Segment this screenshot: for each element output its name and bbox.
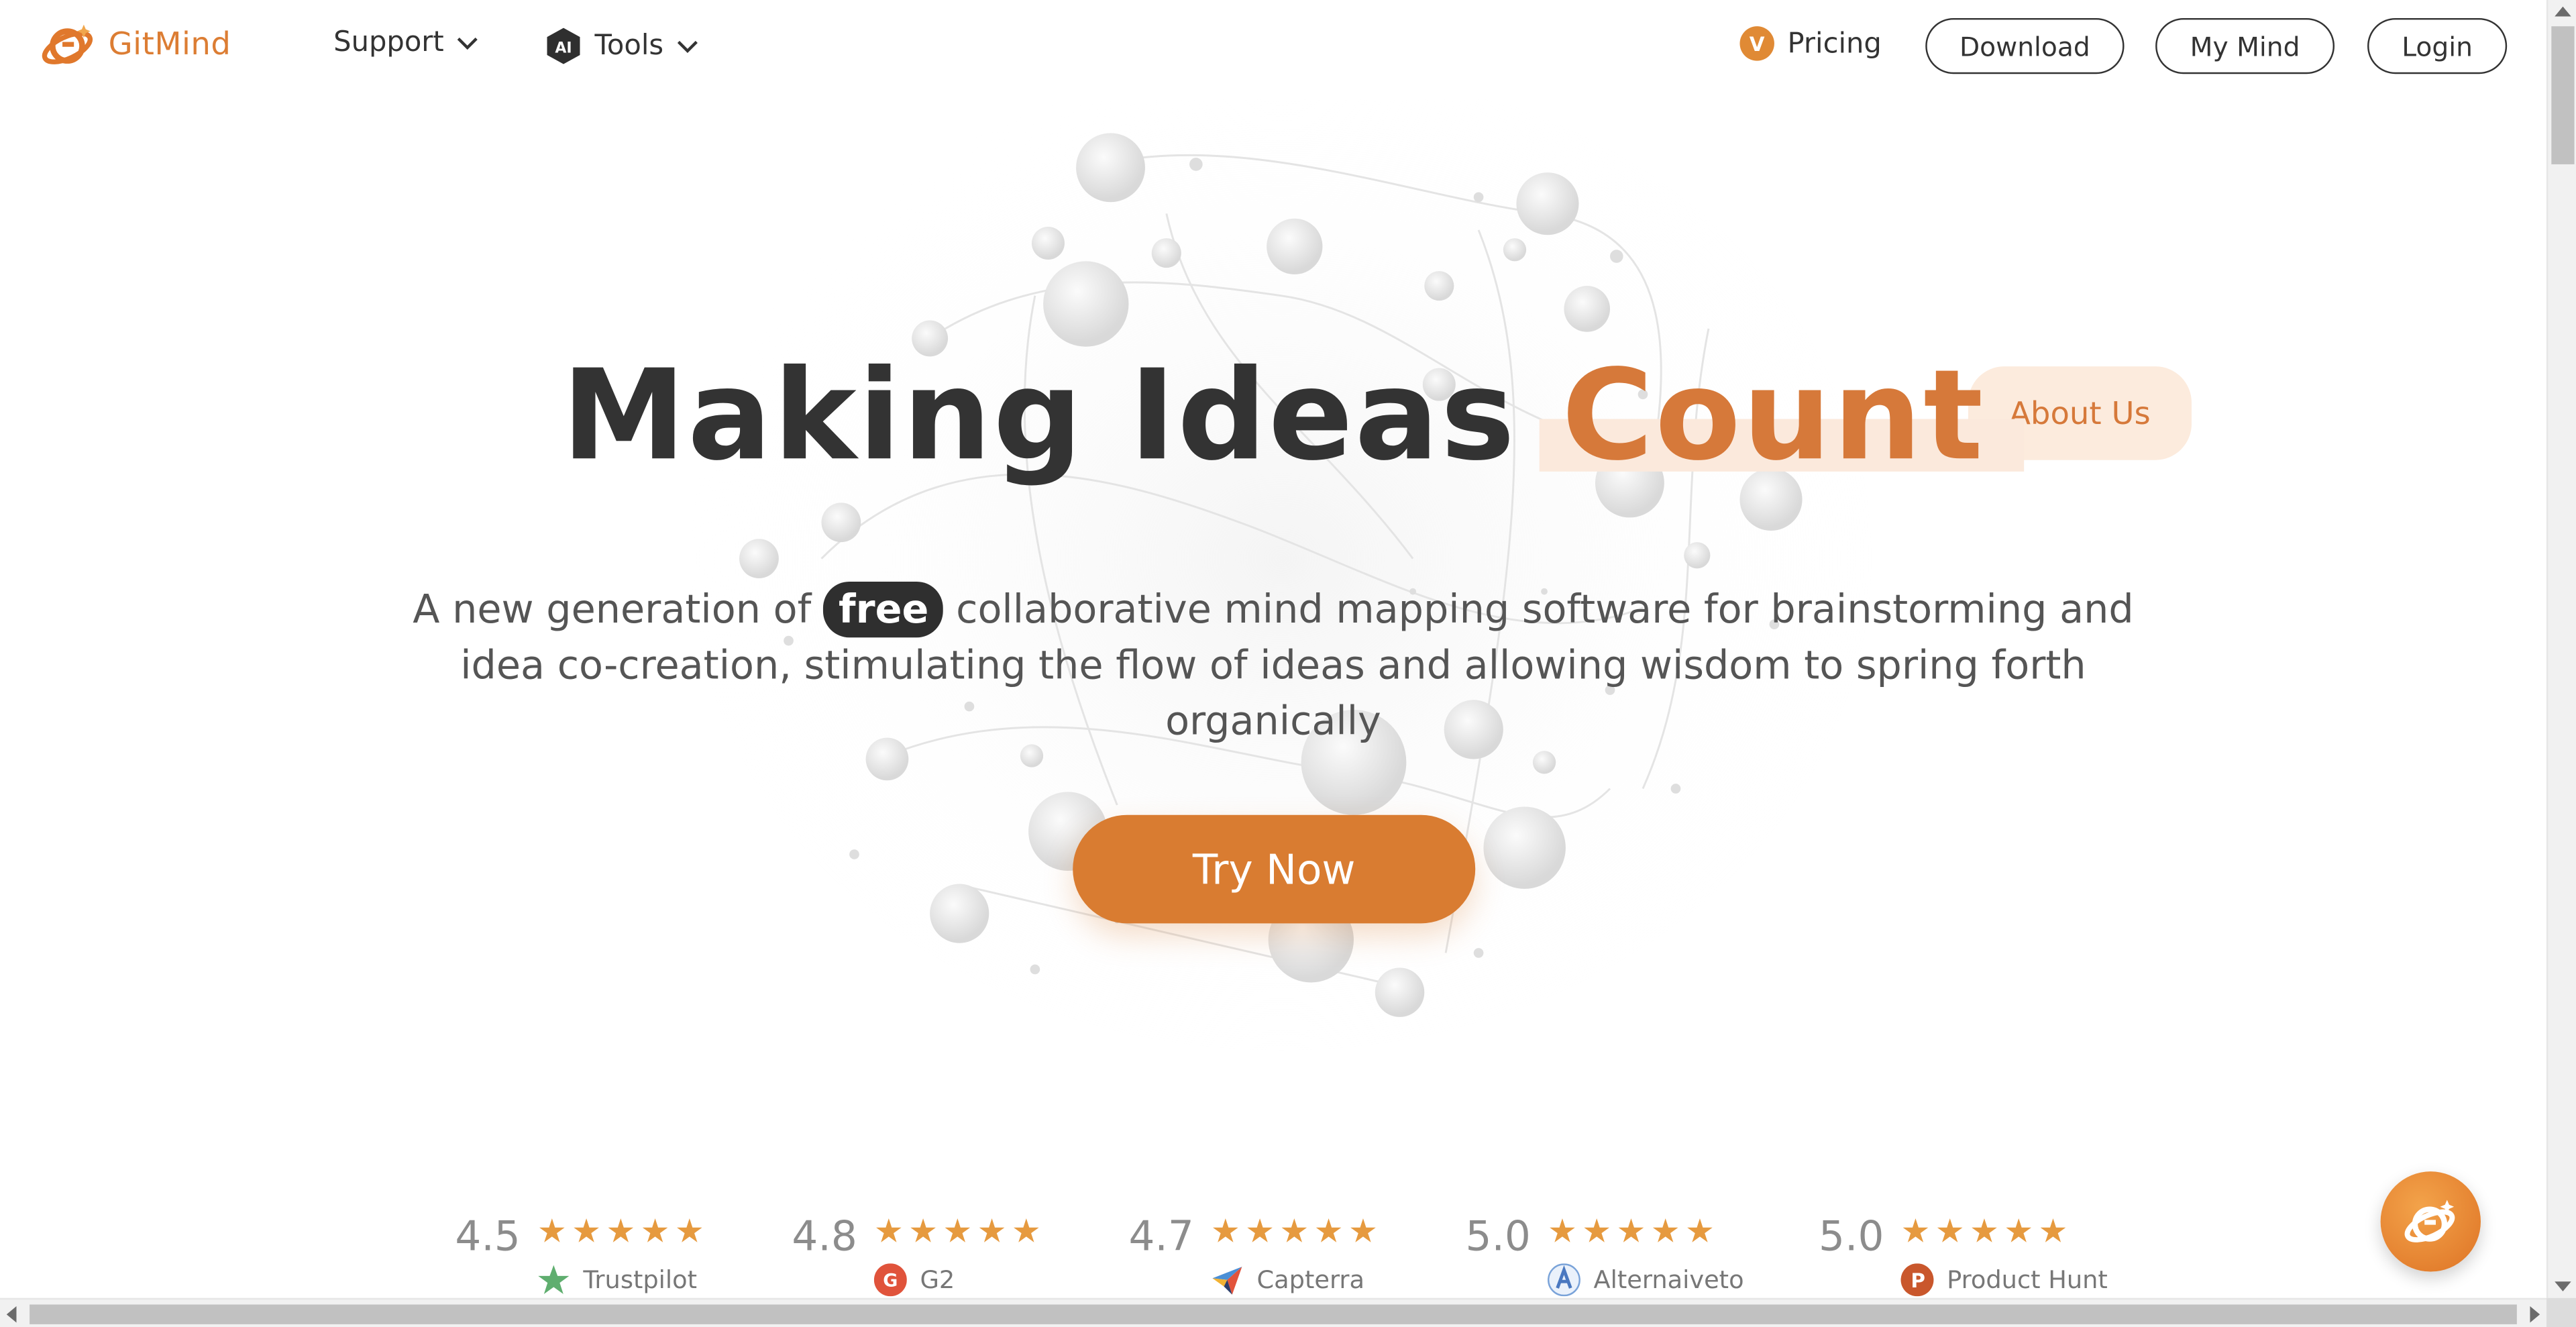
producthunt-icon: P [1900, 1263, 1934, 1297]
site-header: GitMind Support AI Tools V Pricing Downl… [0, 0, 2546, 92]
my-mind-button[interactable]: My Mind [2155, 17, 2335, 74]
brand-name: GitMind [108, 26, 231, 63]
rating-stars: ★★★★★ [1210, 1210, 1383, 1251]
scroll-up-arrow-icon[interactable] [2555, 6, 2571, 17]
rating-score: 4.5 [455, 1212, 521, 1261]
nav-tools[interactable]: AI Tools [545, 26, 698, 66]
rating-platform: P Product Hunt [1900, 1263, 2108, 1297]
rating-platform: Alternaiveto [1547, 1263, 1744, 1297]
download-button[interactable]: Download [1925, 17, 2125, 74]
svg-text:P: P [1911, 1269, 1925, 1292]
rating-platform: G G2 [873, 1263, 955, 1297]
nav-tools-label: Tools [594, 30, 664, 63]
vertical-scrollbar[interactable] [2546, 0, 2576, 1298]
capterra-icon [1212, 1267, 1242, 1295]
g2-icon: G [873, 1263, 907, 1297]
rating-platform-name: Alternaiveto [1593, 1265, 1744, 1295]
rating-score: 5.0 [1465, 1212, 1531, 1261]
ai-badge-icon: AI [547, 28, 580, 64]
page: GitMind Support AI Tools V Pricing Downl… [0, 0, 2576, 1327]
rating-platform: Trustpilot [537, 1263, 697, 1296]
trustpilot-star-icon [538, 1265, 570, 1294]
horizontal-scrollbar[interactable] [0, 1297, 2546, 1327]
scroll-left-arrow-icon[interactable] [6, 1306, 17, 1323]
gitmind-logo-icon [42, 24, 93, 64]
rating-platform: Capterra [1211, 1263, 1364, 1296]
vertical-scroll-thumb[interactable] [2551, 26, 2575, 164]
nav-pricing[interactable]: V Pricing [1739, 26, 1882, 61]
horizontal-scroll-thumb[interactable] [30, 1304, 2517, 1324]
rating-stars: ★★★★★ [873, 1210, 1046, 1251]
alternativeto-icon [1547, 1263, 1580, 1297]
rating-score: 4.7 [1128, 1212, 1194, 1261]
svg-text:G: G [883, 1271, 898, 1291]
scroll-down-arrow-icon[interactable] [2555, 1281, 2571, 1291]
rating-score: 4.8 [792, 1212, 857, 1261]
hero-subtitle-before: A new generation of [413, 586, 812, 633]
rating-platform-name: Trustpilot [583, 1265, 697, 1295]
nav-support[interactable]: Support [333, 26, 478, 59]
login-button[interactable]: Login [2367, 17, 2508, 74]
free-badge: free [824, 581, 944, 638]
assistant-fab-button[interactable] [2380, 1171, 2481, 1272]
gitmind-assistant-icon [2404, 1199, 2455, 1242]
rating-stars: ★★★★★ [1900, 1210, 2073, 1251]
chevron-down-icon [458, 36, 478, 49]
nav-pricing-label: Pricing [1787, 27, 1882, 60]
rating-stars: ★★★★★ [1547, 1210, 1720, 1251]
rating-platform-name: Product Hunt [1947, 1265, 2108, 1295]
ai-badge-text: AI [555, 40, 572, 56]
rating-score: 5.0 [1819, 1212, 1884, 1261]
hero-title-main: Making Ideas [561, 341, 1517, 488]
chevron-down-icon [677, 40, 698, 52]
try-now-button[interactable]: Try Now [1073, 814, 1476, 924]
rating-platform-name: G2 [920, 1265, 955, 1295]
hero-title-accent: Count [1561, 341, 1985, 488]
hero-subtitle: A new generation of free collaborative m… [378, 581, 2168, 749]
gitmind-logo[interactable]: GitMind [40, 18, 231, 70]
nav-support-label: Support [333, 26, 444, 60]
vip-icon: V [1739, 26, 1774, 61]
scrollbar-corner [2546, 1297, 2576, 1327]
hero-title-accent-wrap: Count [1538, 341, 2025, 488]
rating-stars: ★★★★★ [537, 1210, 710, 1251]
rating-platform-name: Capterra [1256, 1265, 1365, 1295]
scroll-right-arrow-icon[interactable] [2530, 1306, 2540, 1323]
